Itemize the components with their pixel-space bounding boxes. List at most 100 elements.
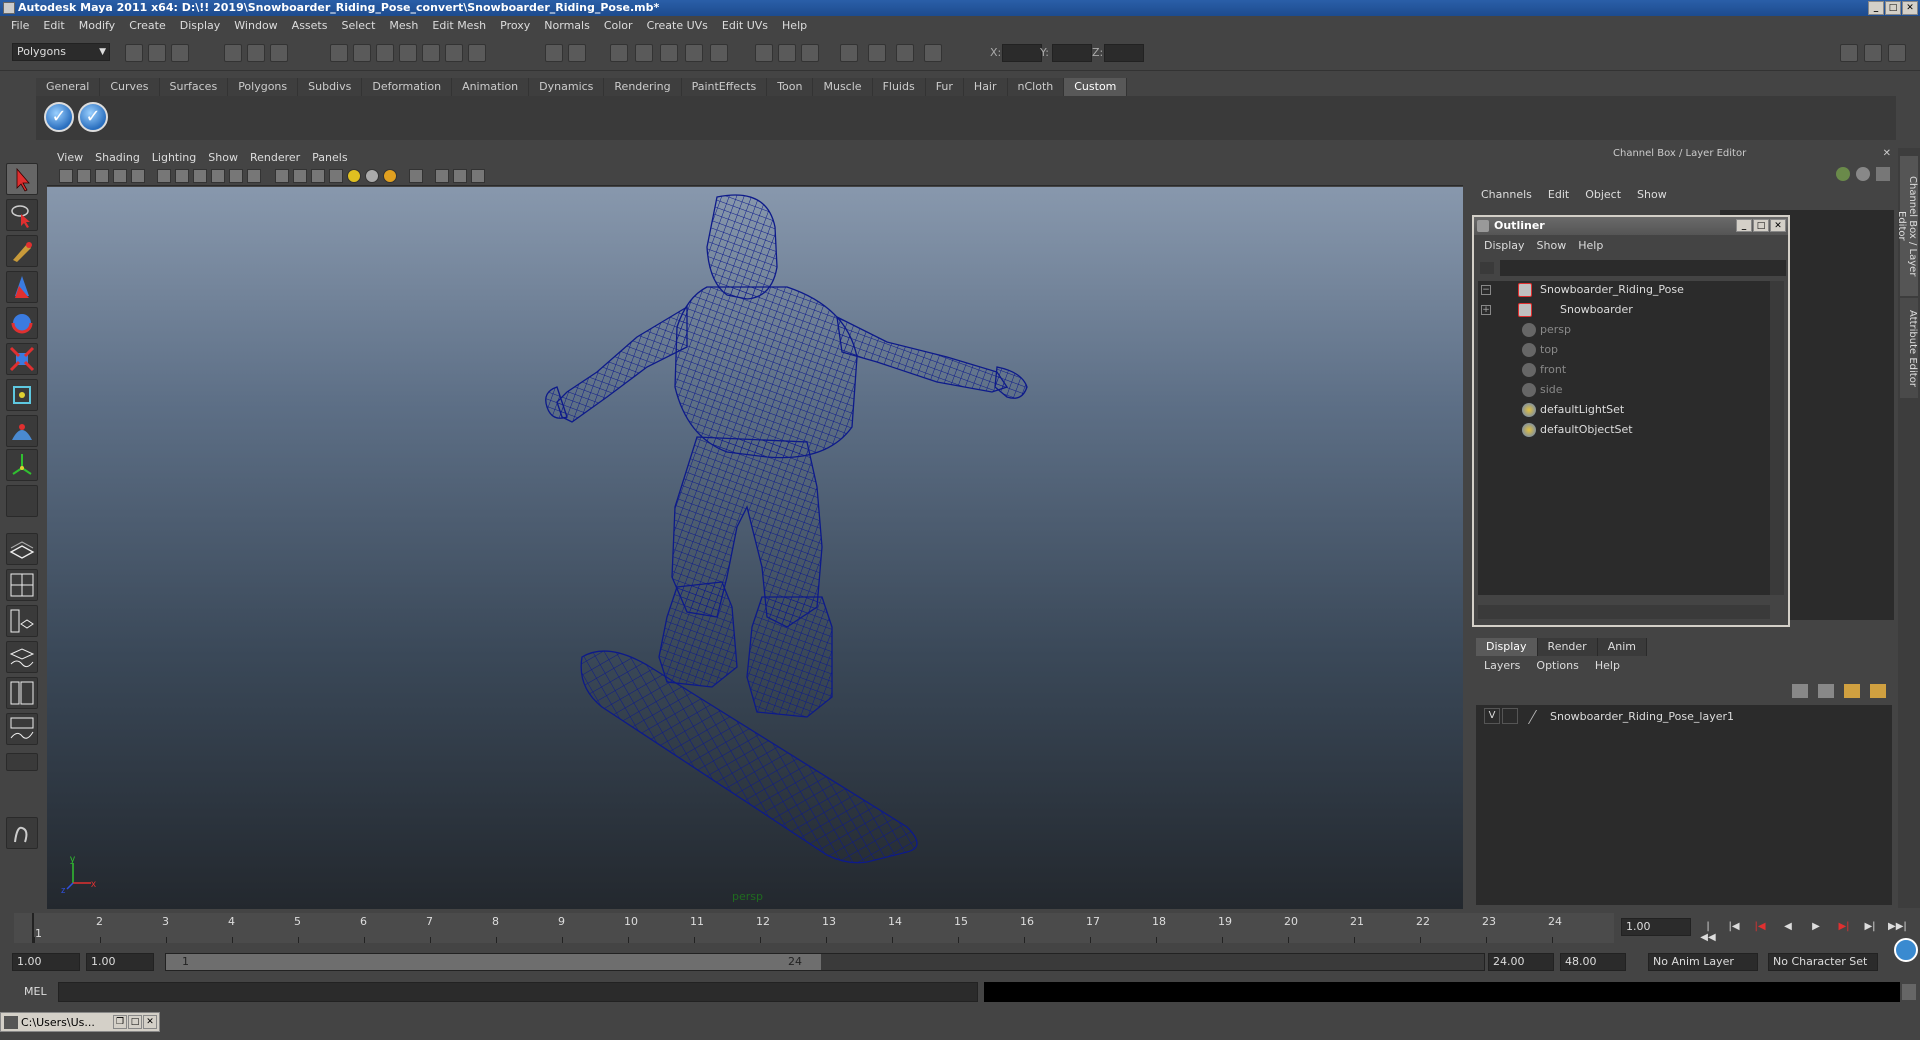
layer-menu-help[interactable]: Help bbox=[1587, 659, 1628, 677]
select-component-icon[interactable] bbox=[270, 44, 288, 62]
outliner-menu-display[interactable]: Display bbox=[1478, 239, 1531, 252]
mel-input-field[interactable] bbox=[58, 982, 978, 1002]
film-gate-icon[interactable] bbox=[157, 169, 171, 183]
render-frame-icon[interactable] bbox=[778, 44, 796, 62]
single-perspective-layout-icon[interactable] bbox=[6, 533, 38, 565]
outliner-menu-show[interactable]: Show bbox=[1531, 239, 1573, 252]
resolution-gate-icon[interactable] bbox=[175, 169, 189, 183]
channel-box-tool-icon-2[interactable] bbox=[1856, 167, 1870, 181]
help-icon[interactable] bbox=[468, 44, 486, 62]
layer-tab-render[interactable]: Render bbox=[1537, 638, 1598, 656]
lock-icon[interactable] bbox=[545, 44, 563, 62]
step-back-key-icon[interactable]: |◀ bbox=[1726, 921, 1742, 935]
layout-options-icon[interactable] bbox=[6, 753, 38, 771]
layer-move-up-icon[interactable] bbox=[1792, 684, 1808, 698]
perspective-viewport[interactable]: y x z persp bbox=[47, 187, 1463, 909]
outliner-item-camera[interactable]: front bbox=[1478, 361, 1768, 379]
history-icon[interactable] bbox=[445, 44, 463, 62]
render-view-icon[interactable] bbox=[755, 44, 773, 62]
outliner-item-camera[interactable]: side bbox=[1478, 381, 1768, 399]
xray-icon[interactable] bbox=[435, 169, 449, 183]
channel-box-close-icon[interactable]: ✕ bbox=[1883, 148, 1891, 159]
select-object-icon[interactable] bbox=[247, 44, 265, 62]
scale-tool-icon[interactable] bbox=[6, 343, 38, 375]
taskbar-restore-button[interactable]: ❐ bbox=[113, 1015, 127, 1029]
outliner-close-button[interactable]: ✕ bbox=[1770, 219, 1786, 232]
command-language-label[interactable]: MEL bbox=[24, 985, 47, 998]
magnet-icon-3[interactable] bbox=[660, 44, 678, 62]
wireframe-on-shaded-icon[interactable] bbox=[311, 169, 325, 183]
snap-grid-icon[interactable] bbox=[330, 44, 348, 62]
viewport-menu-renderer[interactable]: Renderer bbox=[244, 151, 306, 164]
outliner-persp-layout-icon[interactable] bbox=[6, 605, 38, 637]
layer-tab-anim[interactable]: Anim bbox=[1597, 638, 1647, 656]
field-chart-icon[interactable] bbox=[211, 169, 225, 183]
viewport-menu-panels[interactable]: Panels bbox=[306, 151, 353, 164]
menu-create-uvs[interactable]: Create UVs bbox=[640, 19, 715, 32]
script-editor-icon[interactable] bbox=[1902, 984, 1916, 1000]
four-view-layout-icon[interactable] bbox=[6, 569, 38, 601]
select-hierarchy-icon[interactable] bbox=[224, 44, 242, 62]
y-field[interactable] bbox=[1052, 44, 1092, 62]
layer-type-toggle[interactable] bbox=[1502, 708, 1518, 724]
shelf-tab-animation[interactable]: Animation bbox=[452, 78, 530, 96]
viewport-menu-lighting[interactable]: Lighting bbox=[146, 151, 202, 164]
outliner-item-set[interactable]: defaultObjectSet bbox=[1478, 421, 1768, 439]
shadows-icon[interactable] bbox=[383, 169, 397, 183]
channel-box-tool-icon-3[interactable] bbox=[1876, 167, 1890, 181]
grid-toggle-icon[interactable] bbox=[131, 169, 145, 183]
outliner-minimize-button[interactable]: _ bbox=[1736, 219, 1752, 232]
character-set-dropdown[interactable]: No Character Set bbox=[1768, 953, 1878, 971]
menu-edit-uvs[interactable]: Edit UVs bbox=[715, 19, 775, 32]
magnet-icon-2[interactable] bbox=[635, 44, 653, 62]
layer-move-down-icon[interactable] bbox=[1818, 684, 1834, 698]
xray-joints-icon[interactable] bbox=[453, 169, 467, 183]
outliner-item-set[interactable]: defaultLightSet bbox=[1478, 401, 1768, 419]
menu-select[interactable]: Select bbox=[334, 19, 382, 32]
z-field[interactable] bbox=[1104, 44, 1144, 62]
gate-mask-icon[interactable] bbox=[193, 169, 207, 183]
shelf-tab-surfaces[interactable]: Surfaces bbox=[159, 78, 229, 96]
outliner-item-group[interactable]: − Snowboarder_Riding_Pose bbox=[1478, 281, 1768, 299]
shelf-tab-dynamics[interactable]: Dynamics bbox=[529, 78, 605, 96]
isolate-select-icon[interactable] bbox=[409, 169, 423, 183]
new-scene-icon[interactable] bbox=[125, 44, 143, 62]
custom-shelf-button-1[interactable]: ✓ bbox=[44, 102, 74, 132]
camera-attributes-icon[interactable] bbox=[77, 169, 91, 183]
toggle-attribute-editor-icon[interactable] bbox=[1840, 44, 1858, 62]
time-slider[interactable]: 2 3 4 5 6 7 8 9 10 11 12 13 14 15 16 17 18 19 20 21 22 23 24 1 bbox=[14, 913, 1614, 943]
outliner-item-mesh[interactable]: + Snowboarder bbox=[1478, 301, 1768, 319]
outliner-horizontal-scrollbar[interactable] bbox=[1478, 605, 1770, 619]
all-lights-icon[interactable] bbox=[365, 169, 379, 183]
textured-icon[interactable] bbox=[329, 169, 343, 183]
magnet-icon-1[interactable] bbox=[610, 44, 628, 62]
menu-modify[interactable]: Modify bbox=[72, 19, 122, 32]
magnet-icon-5[interactable] bbox=[710, 44, 728, 62]
default-light-icon[interactable] bbox=[347, 169, 361, 183]
shelf-tab-muscle[interactable]: Muscle bbox=[813, 78, 873, 96]
universal-manipulator-icon[interactable] bbox=[6, 379, 38, 411]
menu-file[interactable]: File bbox=[4, 19, 36, 32]
shelf-tab-deformation[interactable]: Deformation bbox=[362, 78, 453, 96]
shelf-tab-fluids[interactable]: Fluids bbox=[872, 78, 926, 96]
tab-attribute-editor[interactable]: Attribute Editor bbox=[1900, 298, 1918, 398]
rotate-tool-icon[interactable] bbox=[6, 307, 38, 339]
viewport-menu-shading[interactable]: Shading bbox=[89, 151, 146, 164]
menu-set-dropdown[interactable]: Polygons ▼ bbox=[12, 43, 110, 61]
image-plane-icon[interactable] bbox=[113, 169, 127, 183]
outliner-item-camera[interactable]: persp bbox=[1478, 321, 1768, 339]
shelf-tab-hair[interactable]: Hair bbox=[963, 78, 1008, 96]
custom-shelf-button-2[interactable]: ✓ bbox=[78, 102, 108, 132]
go-to-start-icon[interactable]: |◀◀ bbox=[1700, 921, 1716, 943]
last-tool-slot[interactable] bbox=[6, 485, 38, 517]
outliner-filter-field[interactable] bbox=[1500, 260, 1786, 276]
magnet-icon-4[interactable] bbox=[685, 44, 703, 62]
hypershade-persp-layout-icon[interactable] bbox=[6, 677, 38, 709]
wireframe-icon[interactable] bbox=[275, 169, 289, 183]
new-layer-icon[interactable] bbox=[1844, 684, 1860, 698]
render-settings-icon[interactable] bbox=[840, 44, 858, 62]
collapse-icon[interactable]: − bbox=[1481, 285, 1491, 295]
toggle-tool-settings-icon[interactable] bbox=[1864, 44, 1882, 62]
camera-select-icon[interactable] bbox=[59, 169, 73, 183]
channel-box-menu-object[interactable]: Object bbox=[1577, 188, 1629, 206]
